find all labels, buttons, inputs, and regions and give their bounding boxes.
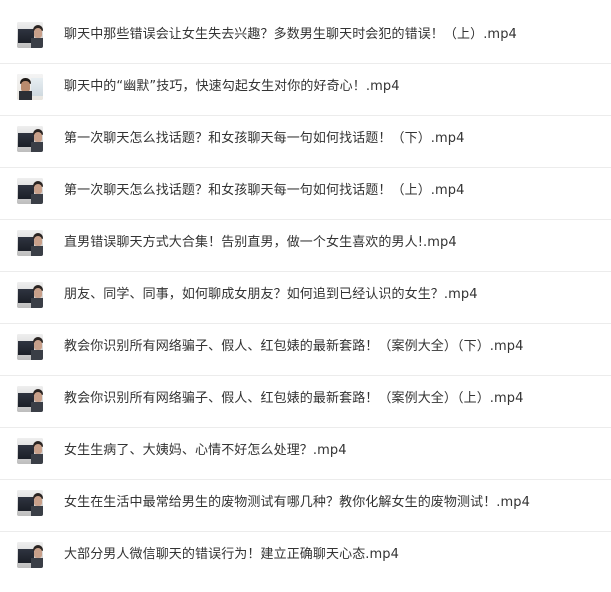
video-thumbnail (17, 230, 43, 256)
video-thumbnail (17, 438, 43, 464)
file-name: 聊天中的“幽默”技巧，快速勾起女生对你的好奇心！.mp4 (64, 79, 400, 94)
file-row[interactable]: 女生生病了、大姨妈、心情不好怎么处理？.mp4 (0, 428, 611, 480)
video-thumbnail (17, 334, 43, 360)
video-thumbnail (17, 74, 43, 100)
file-name: 教会你识别所有网络骗子、假人、红包婊的最新套路！（案例大全）（下）.mp4 (64, 339, 524, 354)
file-name: 直男错误聊天方式大合集！告别直男，做一个女生喜欢的男人!.mp4 (64, 235, 457, 250)
file-row[interactable]: 教会你识别所有网络骗子、假人、红包婊的最新套路！（案例大全）（下）.mp4 (0, 324, 611, 376)
file-row[interactable]: 朋友、同学、同事，如何聊成女朋友？如何追到已经认识的女生？.mp4 (0, 272, 611, 324)
file-row[interactable]: 直男错误聊天方式大合集！告别直男，做一个女生喜欢的男人!.mp4 (0, 220, 611, 272)
file-row[interactable]: 大部分男人微信聊天的错误行为！建立正确聊天心态.mp4 (0, 532, 611, 584)
file-row[interactable]: 教会你识别所有网络骗子、假人、红包婊的最新套路！（案例大全）（上）.mp4 (0, 376, 611, 428)
video-thumbnail (17, 282, 43, 308)
video-thumbnail (17, 178, 43, 204)
file-row[interactable]: 第一次聊天怎么找话题？和女孩聊天每一句如何找话题！（下）.mp4 (0, 116, 611, 168)
video-thumbnail (17, 126, 43, 152)
file-row[interactable]: 女生在生活中最常给男生的废物测试有哪几种？教你化解女生的废物测试！.mp4 (0, 480, 611, 532)
file-name: 教会你识别所有网络骗子、假人、红包婊的最新套路！（案例大全）（上）.mp4 (64, 391, 524, 406)
video-thumbnail (17, 542, 43, 568)
file-row[interactable]: 聊天中那些错误会让女生失去兴趣？多数男生聊天时会犯的错误！（上）.mp4 (0, 12, 611, 64)
file-name: 聊天中那些错误会让女生失去兴趣？多数男生聊天时会犯的错误！（上）.mp4 (64, 27, 517, 42)
file-name: 女生在生活中最常给男生的废物测试有哪几种？教你化解女生的废物测试！.mp4 (64, 495, 531, 510)
video-thumbnail (17, 490, 43, 516)
file-name: 大部分男人微信聊天的错误行为！建立正确聊天心态.mp4 (64, 547, 400, 562)
file-row[interactable]: 聊天中的“幽默”技巧，快速勾起女生对你的好奇心！.mp4 (0, 64, 611, 116)
video-thumbnail (17, 386, 43, 412)
file-name: 第一次聊天怎么找话题？和女孩聊天每一句如何找话题！（下）.mp4 (64, 131, 465, 146)
video-thumbnail (17, 22, 43, 48)
file-name: 女生生病了、大姨妈、心情不好怎么处理？.mp4 (64, 443, 347, 458)
file-name: 第一次聊天怎么找话题？和女孩聊天每一句如何找话题！（上）.mp4 (64, 183, 465, 198)
file-row[interactable]: 第一次聊天怎么找话题？和女孩聊天每一句如何找话题！（上）.mp4 (0, 168, 611, 220)
file-list: 聊天中那些错误会让女生失去兴趣？多数男生聊天时会犯的错误！（上）.mp4 聊天中… (0, 0, 611, 592)
file-name: 朋友、同学、同事，如何聊成女朋友？如何追到已经认识的女生？.mp4 (64, 287, 478, 302)
